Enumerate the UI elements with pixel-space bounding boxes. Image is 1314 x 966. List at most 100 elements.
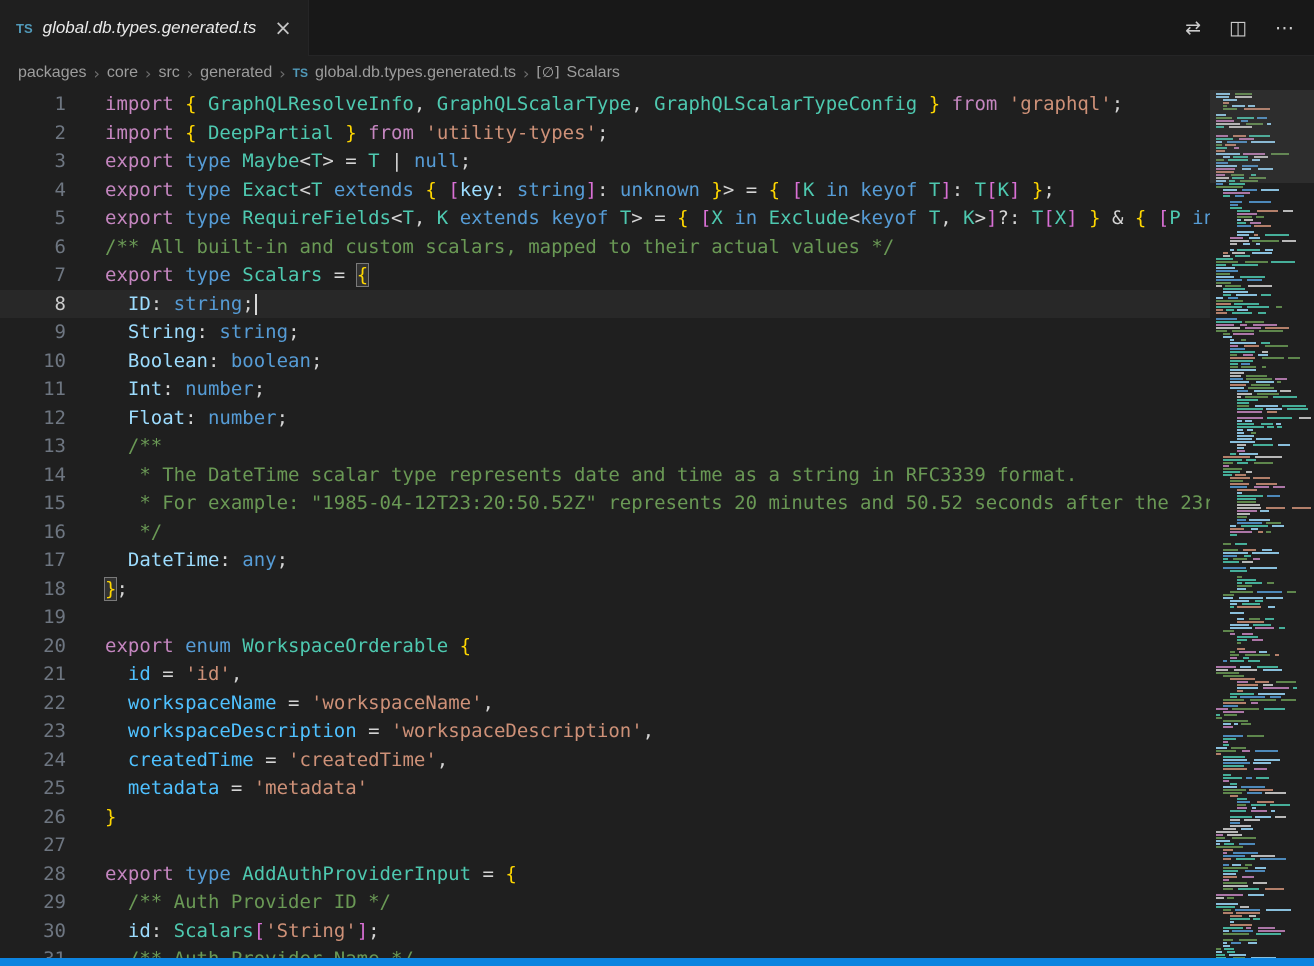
code-text[interactable]: export type Maybe<T> = T | null; (66, 147, 1210, 176)
code-token: < (299, 179, 310, 201)
code-text[interactable]: ID: string; (66, 290, 1210, 319)
code-line[interactable]: 20export enum WorkspaceOrderable { (0, 632, 1210, 661)
code-line[interactable]: 23 workspaceDescription = 'workspaceDesc… (0, 717, 1210, 746)
minimap-line (1216, 780, 1311, 782)
code-text[interactable]: } (66, 803, 1210, 832)
code-text[interactable]: export type Exact<T extends { [key: stri… (66, 176, 1210, 205)
code-text[interactable]: workspaceDescription = 'workspaceDescrip… (66, 717, 1210, 746)
code-line[interactable]: 10 Boolean: boolean; (0, 347, 1210, 376)
more-actions-icon[interactable]: ⋯ (1275, 17, 1294, 39)
minimap-line (1216, 567, 1311, 569)
minimap-line (1216, 759, 1311, 761)
code-text[interactable] (66, 603, 1210, 632)
code-line[interactable]: 13 /** (0, 432, 1210, 461)
minimap-line (1216, 747, 1311, 749)
code-text[interactable]: export enum WorkspaceOrderable { (66, 632, 1210, 661)
code-text[interactable]: export type AddAuthProviderInput = { (66, 860, 1210, 889)
code-text[interactable]: String: string; (66, 318, 1210, 347)
code-line[interactable]: 30 id: Scalars['String']; (0, 917, 1210, 946)
code-text[interactable]: id: Scalars['String']; (66, 917, 1210, 946)
minimap-line (1216, 825, 1311, 827)
code-text[interactable]: workspaceName = 'workspaceName', (66, 689, 1210, 718)
minimap-line (1216, 366, 1311, 368)
code-token: type (185, 863, 242, 885)
code-line[interactable]: 1import { GraphQLResolveInfo, GraphQLSca… (0, 90, 1210, 119)
code-line[interactable]: 19 (0, 603, 1210, 632)
minimap-line (1216, 351, 1311, 353)
breadcrumb-core[interactable]: core (107, 64, 138, 82)
code-line[interactable]: 2import { DeepPartial } from 'utility-ty… (0, 119, 1210, 148)
code-line[interactable]: 12 Float: number; (0, 404, 1210, 433)
code-line[interactable]: 6/** All built-in and custom scalars, ma… (0, 233, 1210, 262)
code-line[interactable]: 22 workspaceName = 'workspaceName', (0, 689, 1210, 718)
code-token: export (105, 264, 185, 286)
code-line[interactable]: 29 /** Auth Provider ID */ (0, 888, 1210, 917)
code-text[interactable]: Int: number; (66, 375, 1210, 404)
code-line[interactable]: 9 String: string; (0, 318, 1210, 347)
code-line[interactable]: 4export type Exact<T extends { [key: str… (0, 176, 1210, 205)
code-line[interactable]: 27 (0, 831, 1210, 860)
code-line[interactable]: 5export type RequireFields<T, K extends … (0, 204, 1210, 233)
code-text[interactable]: /** Auth Provider ID */ (66, 888, 1210, 917)
code-text[interactable]: DateTime: any; (66, 546, 1210, 575)
code-text[interactable]: * The DateTime scalar type represents da… (66, 461, 1210, 490)
minimap-line (1216, 522, 1311, 524)
code-token: id (128, 920, 151, 942)
tab-global-db-types-generated[interactable]: TS global.db.types.generated.ts × (0, 0, 309, 56)
minimap-line (1216, 633, 1311, 635)
breadcrumb-symbol-scalars[interactable]: Scalars (567, 64, 620, 82)
minimap[interactable] (1210, 90, 1314, 958)
code-text[interactable]: import { GraphQLResolveInfo, GraphQLScal… (66, 90, 1210, 119)
code-line[interactable]: 3export type Maybe<T> = T | null; (0, 147, 1210, 176)
breadcrumb-generated[interactable]: generated (200, 64, 272, 82)
minimap-line (1216, 936, 1311, 938)
code-text[interactable]: /** (66, 432, 1210, 461)
code-text[interactable]: createdTime = 'createdTime', (66, 746, 1210, 775)
code-text[interactable]: /** All built-in and custom scalars, map… (66, 233, 1210, 262)
code-text[interactable]: * For example: "1985-04-12T23:20:50.52Z"… (66, 489, 1210, 518)
minimap-line (1216, 438, 1311, 440)
code-line[interactable]: 7export type Scalars = { (0, 261, 1210, 290)
line-number: 1 (0, 90, 66, 119)
code-text[interactable]: */ (66, 518, 1210, 547)
breadcrumb-src[interactable]: src (158, 64, 179, 82)
code-line[interactable]: 31 /** Auth Provider Name */ (0, 945, 1210, 958)
minimap-line (1216, 900, 1311, 902)
code-text[interactable] (66, 831, 1210, 860)
code-line[interactable]: 15 * For example: "1985-04-12T23:20:50.5… (0, 489, 1210, 518)
code-text[interactable]: Boolean: boolean; (66, 347, 1210, 376)
code-line[interactable]: 8 ID: string; (0, 290, 1210, 319)
code-token: 'utility-types' (425, 122, 597, 144)
code-line[interactable]: 28export type AddAuthProviderInput = { (0, 860, 1210, 889)
code-line[interactable]: 26} (0, 803, 1210, 832)
minimap-slider[interactable] (1210, 90, 1314, 183)
minimap-line (1216, 594, 1311, 596)
code-line[interactable]: 21 id = 'id', (0, 660, 1210, 689)
split-editor-icon[interactable]: ◫ (1229, 17, 1247, 39)
breadcrumb-file[interactable]: global.db.types.generated.ts (315, 64, 516, 82)
code-text[interactable]: export type Scalars = { (66, 261, 1210, 290)
line-number: 24 (0, 746, 66, 775)
code-line[interactable]: 16 */ (0, 518, 1210, 547)
code-line[interactable]: 18}; (0, 575, 1210, 604)
code-text[interactable]: metadata = 'metadata' (66, 774, 1210, 803)
code-token: WorkspaceOrderable (242, 635, 448, 657)
code-text[interactable]: Float: number; (66, 404, 1210, 433)
code-line[interactable]: 14 * The DateTime scalar type represents… (0, 461, 1210, 490)
minimap-line (1216, 393, 1311, 395)
code-line[interactable]: 11 Int: number; (0, 375, 1210, 404)
code-text[interactable]: }; (66, 575, 1210, 604)
minimap-line (1216, 744, 1311, 746)
code-line[interactable]: 17 DateTime: any; (0, 546, 1210, 575)
tab-close-icon[interactable]: × (274, 18, 292, 39)
code-text[interactable]: export type RequireFields<T, K extends k… (66, 204, 1210, 233)
code-line[interactable]: 25 metadata = 'metadata' (0, 774, 1210, 803)
code-text[interactable]: id = 'id', (66, 660, 1210, 689)
code-editor[interactable]: 1import { GraphQLResolveInfo, GraphQLSca… (0, 90, 1210, 958)
code-line[interactable]: 24 createdTime = 'createdTime', (0, 746, 1210, 775)
breadcrumb-packages[interactable]: packages (18, 64, 87, 82)
code-text[interactable]: import { DeepPartial } from 'utility-typ… (66, 119, 1210, 148)
open-changes-icon[interactable]: ⇄ (1185, 17, 1201, 39)
code-text[interactable]: /** Auth Provider Name */ (66, 945, 1210, 958)
minimap-line (1216, 219, 1311, 221)
